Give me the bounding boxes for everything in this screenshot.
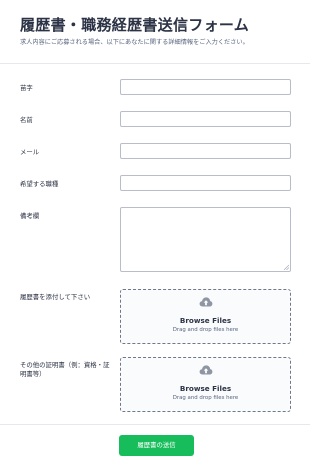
desired-job-label: 希望する職種 [20, 180, 59, 188]
form-subtitle: 求人内容にご応募される場合、以下にあなたに関する詳細情報をご入力ください。 [20, 39, 249, 46]
certificates-label: その他の証明書（例：資格・証明書等） [20, 361, 110, 378]
resume-label: 履歴書を添付して下さい [20, 293, 91, 301]
name-input[interactable] [120, 111, 291, 127]
cloud-upload-icon [199, 365, 213, 375]
cloud-upload-icon [199, 297, 213, 307]
email-label: メール [20, 148, 40, 156]
drag-drop-hint: Drag and drop files here [172, 327, 239, 333]
remarks-label: 備考欄 [20, 212, 40, 220]
form-title: 履歴書・職務経歴書送信フォーム [20, 16, 250, 34]
resume-dropzone[interactable]: Browse Files Drag and drop files here [120, 289, 291, 344]
resize-grip-icon[interactable] [283, 264, 289, 270]
email-input[interactable] [120, 143, 291, 159]
drag-drop-hint: Drag and drop files here [172, 395, 239, 401]
surname-input[interactable] [120, 79, 291, 95]
browse-files-label[interactable]: Browse Files [121, 384, 290, 393]
certificates-dropzone[interactable]: Browse Files Drag and drop files here [120, 357, 291, 412]
form-footer: 履歴書の送信 [0, 424, 310, 471]
name-label: 名前 [20, 116, 33, 124]
remarks-textarea[interactable] [120, 207, 291, 272]
desired-job-input[interactable] [120, 175, 291, 191]
surname-label: 苗字 [20, 84, 33, 92]
form-header: 履歴書・職務経歴書送信フォーム 求人内容にご応募される場合、以下にあなたに関する… [0, 0, 310, 64]
browse-files-label[interactable]: Browse Files [121, 316, 290, 325]
submit-button[interactable]: 履歴書の送信 [119, 435, 194, 456]
